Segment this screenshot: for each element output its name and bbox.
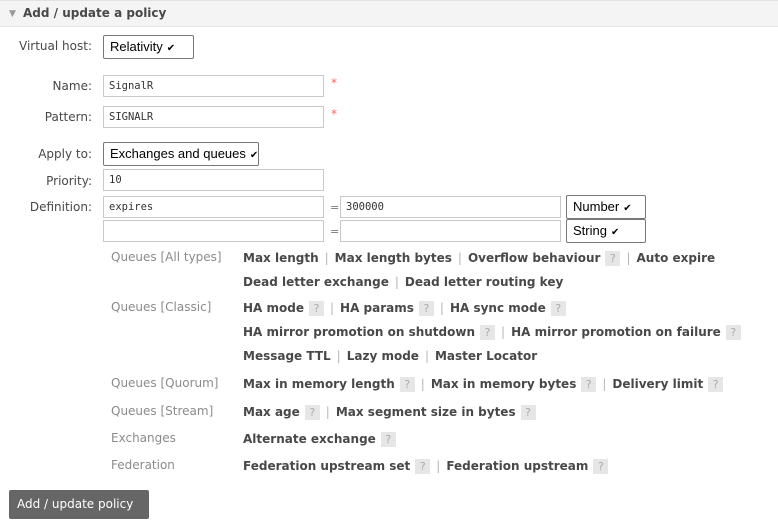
separator: |	[324, 251, 329, 265]
apply-to-select[interactable]: Exchanges and queues ✔	[103, 142, 259, 166]
separator: |	[439, 301, 444, 315]
category-label: Queues [Stream]	[111, 404, 214, 418]
definition-key-field[interactable]: expires	[103, 196, 324, 218]
federation-upstream-set-link[interactable]: Federation upstream set	[243, 459, 410, 473]
delivery-limit-link[interactable]: Delivery limit	[612, 377, 703, 391]
name-label: Name:	[52, 79, 92, 93]
category-label: Queues [All types]	[111, 250, 222, 264]
policy-key-line: Message TTL | Lazy mode | Master Locator	[243, 349, 537, 363]
help-icon[interactable]: ?	[418, 301, 434, 316]
definition-key-field[interactable]	[103, 220, 324, 242]
max-age-link[interactable]: Max age	[243, 405, 300, 419]
overflow-behaviour-link[interactable]: Overflow behaviour	[468, 251, 601, 265]
alternate-exchange-link[interactable]: Alternate exchange	[243, 432, 376, 446]
separator: |	[501, 325, 506, 339]
vhost-label: Virtual host:	[19, 39, 92, 53]
dead-letter-exchange-link[interactable]: Dead letter exchange	[243, 275, 389, 289]
definition-type-select[interactable]: Number ✔	[566, 195, 646, 219]
help-icon[interactable]: ?	[550, 301, 566, 316]
category-label: Federation	[111, 458, 175, 472]
separator: |	[394, 275, 399, 289]
definition-type-value: String	[573, 223, 607, 238]
help-icon[interactable]: ?	[415, 459, 431, 474]
master-locator-link[interactable]: Master Locator	[435, 349, 537, 363]
help-icon[interactable]: ?	[480, 325, 496, 340]
section-title: Add / update a policy	[23, 6, 167, 20]
separator: |	[626, 251, 631, 265]
policy-key-line: HA mode? | HA params? | HA sync mode?	[243, 301, 566, 316]
pattern-label: Pattern:	[44, 110, 92, 124]
chevron-down-icon: ✔	[166, 43, 176, 54]
help-icon[interactable]: ?	[708, 377, 724, 392]
help-icon[interactable]: ?	[380, 432, 396, 447]
required-marker: *	[331, 76, 337, 90]
separator: |	[420, 377, 425, 391]
help-icon[interactable]: ?	[304, 405, 320, 420]
separator: |	[457, 251, 462, 265]
dead-letter-routing-key-link[interactable]: Dead letter routing key	[405, 275, 563, 289]
federation-upstream-link[interactable]: Federation upstream	[446, 459, 588, 473]
max-in-memory-length-link[interactable]: Max in memory length	[243, 377, 395, 391]
vhost-select[interactable]: Relativity ✔	[103, 35, 194, 59]
max-in-memory-bytes-link[interactable]: Max in memory bytes	[431, 377, 577, 391]
ha-params-link[interactable]: HA params	[340, 301, 414, 315]
help-icon[interactable]: ?	[605, 251, 621, 266]
chevron-down-icon: ✔	[623, 203, 632, 214]
vhost-value: Relativity	[110, 39, 163, 54]
priority-label: Priority:	[46, 174, 92, 188]
help-icon[interactable]: ?	[520, 405, 536, 420]
definition-type-select[interactable]: String ✔	[566, 219, 646, 243]
ha-sync-mode-link[interactable]: HA sync mode	[450, 301, 546, 315]
help-icon[interactable]: ?	[593, 459, 609, 474]
priority-field[interactable]: 10	[103, 169, 324, 191]
apply-to-value: Exchanges and queues	[110, 146, 246, 161]
category-label: Exchanges	[111, 431, 176, 445]
policy-key-line: Max age? | Max segment size in bytes?	[243, 405, 536, 420]
collapse-triangle-icon[interactable]: ▼	[9, 9, 16, 19]
chevron-down-icon: ✔	[610, 227, 620, 238]
category-label: Queues [Quorum]	[111, 376, 219, 390]
separator: |	[436, 459, 441, 473]
definition-value-field[interactable]	[340, 220, 561, 242]
equals-sign: =	[330, 225, 340, 238]
chevron-down-icon: ✔	[249, 150, 259, 161]
max-length-link[interactable]: Max length	[243, 251, 319, 265]
separator: |	[329, 301, 335, 315]
equals-sign: =	[330, 201, 340, 214]
policy-key-line: Dead letter exchange | Dead letter routing…	[243, 275, 563, 289]
ha-mode-link[interactable]: HA mode	[243, 301, 304, 315]
separator: |	[336, 349, 341, 363]
policy-key-line: HA mirror promotion on shutdown? | HA mirr…	[243, 325, 741, 340]
lazy-mode-link[interactable]: Lazy mode	[347, 349, 419, 363]
help-icon[interactable]: ?	[581, 377, 597, 392]
definition-label: Definition:	[29, 200, 92, 214]
policy-key-line: Max in memory length? | Max in memory byte…	[243, 377, 724, 392]
policy-key-line: Max length | Max length bytes | Overflow beh…	[243, 251, 715, 266]
apply-to-label: Apply to:	[38, 147, 92, 161]
pattern-field[interactable]: SIGNALR	[103, 106, 324, 128]
separator: |	[424, 349, 429, 363]
name-field[interactable]: SignalR	[103, 75, 324, 97]
message-ttl-link[interactable]: Message TTL	[243, 349, 331, 363]
auto-expire-link[interactable]: Auto expire	[637, 251, 716, 265]
separator: |	[602, 377, 607, 391]
help-icon[interactable]: ?	[725, 325, 741, 340]
required-marker: *	[331, 107, 337, 121]
definition-value-field[interactable]: 300000	[340, 196, 561, 218]
policy-key-line: Alternate exchange?	[243, 432, 396, 447]
help-icon[interactable]: ?	[399, 377, 415, 392]
add-update-policy-button[interactable]: Add / update policy	[9, 490, 149, 519]
category-label: Queues [Classic]	[111, 300, 212, 314]
policy-key-line: Federation upstream set? | Federation upst…	[243, 459, 609, 474]
max-segment-size-link[interactable]: Max segment size in bytes	[336, 405, 516, 419]
section-header[interactable]: ▼ Add / update a policy	[0, 0, 778, 27]
ha-mirror-promotion-failure-link[interactable]: HA mirror promotion on failure	[511, 325, 721, 339]
ha-mirror-promotion-shutdown-link[interactable]: HA mirror promotion on shutdown	[243, 325, 475, 339]
separator: |	[325, 405, 330, 419]
max-length-bytes-link[interactable]: Max length bytes	[335, 251, 452, 265]
definition-type-value: Number	[573, 199, 620, 214]
help-icon[interactable]: ?	[308, 301, 324, 316]
